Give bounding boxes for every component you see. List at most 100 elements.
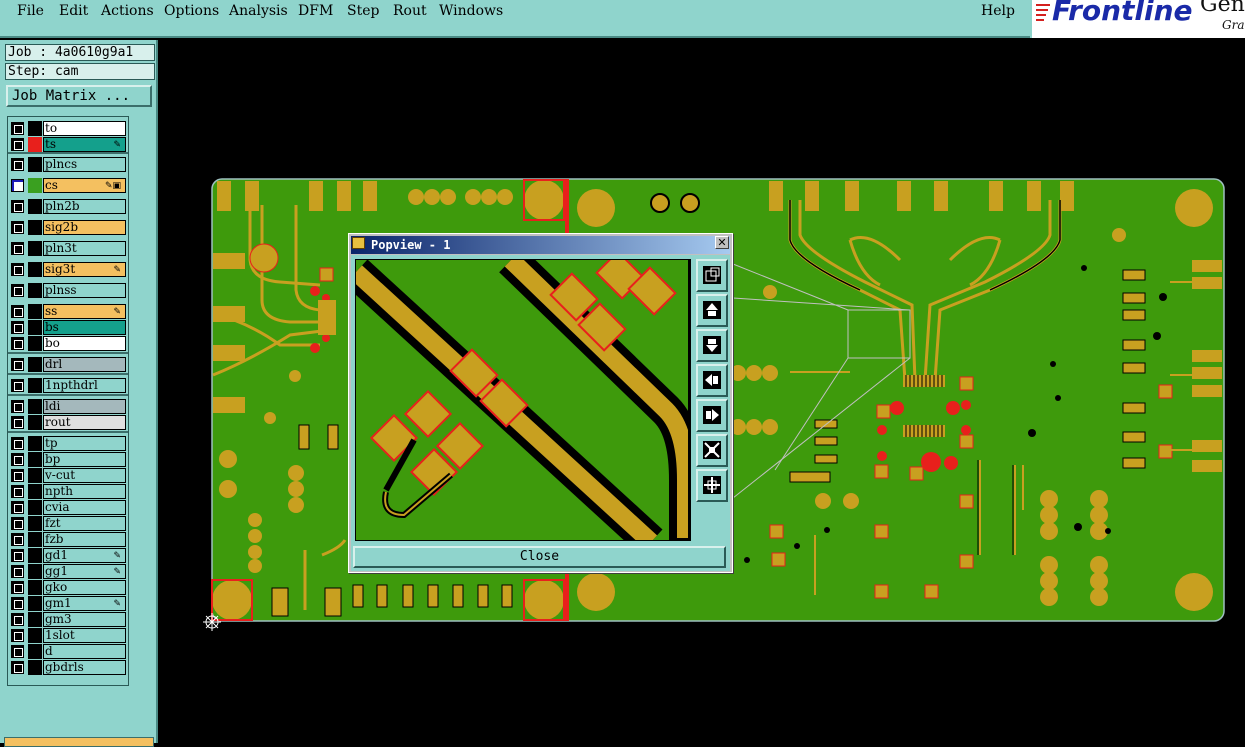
layer-color-swatch[interactable] bbox=[28, 484, 42, 499]
layer-color-swatch[interactable] bbox=[28, 468, 42, 483]
layer-row-pln3t[interactable]: pln3t bbox=[8, 241, 128, 256]
layer-name[interactable]: gg1 ✎ bbox=[43, 564, 126, 579]
layer-row-sig3t[interactable]: sig3t ✎ bbox=[8, 262, 128, 277]
layer-color-swatch[interactable] bbox=[28, 548, 42, 563]
layer-row-plnss[interactable]: plnss bbox=[8, 283, 128, 298]
layer-row-1npthdrl[interactable]: 1npthdrl bbox=[8, 378, 128, 393]
layer-row-bs[interactable]: bs bbox=[8, 320, 128, 335]
layer-checkbox[interactable] bbox=[11, 565, 24, 578]
layer-checkbox[interactable] bbox=[11, 416, 24, 429]
layer-color-swatch[interactable] bbox=[28, 399, 42, 414]
layer-name[interactable]: pln2b bbox=[43, 199, 126, 214]
layer-checkbox[interactable] bbox=[11, 613, 24, 626]
layer-checkbox[interactable] bbox=[11, 321, 24, 334]
layer-color-swatch[interactable] bbox=[28, 121, 42, 136]
layer-row-ss[interactable]: ss ✎ bbox=[8, 304, 128, 319]
layer-color-swatch[interactable] bbox=[28, 596, 42, 611]
layer-row-gbdrls[interactable]: gbdrls bbox=[8, 660, 128, 675]
layer-color-swatch[interactable] bbox=[28, 612, 42, 627]
layer-name[interactable]: bp bbox=[43, 452, 126, 467]
menu-options[interactable]: Options bbox=[164, 3, 219, 21]
layer-row-gd1[interactable]: gd1 ✎ bbox=[8, 548, 128, 563]
layer-color-swatch[interactable] bbox=[28, 644, 42, 659]
layer-checkbox[interactable] bbox=[11, 437, 24, 450]
layer-checkbox[interactable] bbox=[11, 485, 24, 498]
menu-step[interactable]: Step bbox=[347, 3, 379, 21]
layer-color-swatch[interactable] bbox=[28, 262, 42, 277]
layer-name[interactable]: pln3t bbox=[43, 241, 126, 256]
layer-row-1slot[interactable]: 1slot bbox=[8, 628, 128, 643]
layer-color-swatch[interactable] bbox=[28, 241, 42, 256]
layer-name[interactable]: ts ✎ bbox=[43, 137, 126, 152]
layer-checkbox[interactable] bbox=[11, 179, 24, 192]
zoom-in-button[interactable] bbox=[696, 434, 728, 467]
layer-row-d[interactable]: d bbox=[8, 644, 128, 659]
layer-row-cvia[interactable]: cvia bbox=[8, 500, 128, 515]
layer-name[interactable]: 1slot bbox=[43, 628, 126, 643]
layer-checkbox[interactable] bbox=[11, 138, 24, 151]
layer-name[interactable]: to bbox=[43, 121, 126, 136]
layer-name[interactable]: plnss bbox=[43, 283, 126, 298]
layer-name[interactable]: 1npthdrl bbox=[43, 378, 126, 393]
layer-checkbox[interactable] bbox=[11, 284, 24, 297]
layer-row-plncs[interactable]: plncs bbox=[8, 157, 128, 172]
layer-color-swatch[interactable] bbox=[28, 532, 42, 547]
layer-name[interactable]: ss ✎ bbox=[43, 304, 126, 319]
layer-row-gm3[interactable]: gm3 bbox=[8, 612, 128, 627]
layer-checkbox[interactable] bbox=[11, 158, 24, 171]
layer-color-swatch[interactable] bbox=[28, 220, 42, 235]
close-button[interactable]: Close bbox=[353, 546, 726, 568]
layer-checkbox[interactable] bbox=[11, 358, 24, 371]
layer-checkbox[interactable] bbox=[11, 581, 24, 594]
pan-down-button[interactable] bbox=[696, 329, 728, 362]
layer-checkbox[interactable] bbox=[11, 122, 24, 135]
menu-rout[interactable]: Rout bbox=[393, 3, 427, 21]
pan-right-button[interactable] bbox=[696, 399, 728, 432]
layer-checkbox[interactable] bbox=[11, 501, 24, 514]
menu-windows[interactable]: Windows bbox=[439, 3, 503, 21]
layer-checkbox[interactable] bbox=[11, 400, 24, 413]
layer-checkbox[interactable] bbox=[11, 645, 24, 658]
layer-name[interactable]: plncs bbox=[43, 157, 126, 172]
layer-checkbox[interactable] bbox=[11, 517, 24, 530]
layer-name[interactable]: bo bbox=[43, 336, 126, 351]
layer-color-swatch[interactable] bbox=[28, 336, 42, 351]
layer-color-swatch[interactable] bbox=[28, 178, 42, 193]
layer-row-fzb[interactable]: fzb bbox=[8, 532, 128, 547]
layer-name[interactable]: gm1 ✎ bbox=[43, 596, 126, 611]
layer-row-rout[interactable]: rout bbox=[8, 415, 128, 430]
layer-color-swatch[interactable] bbox=[28, 580, 42, 595]
layer-name[interactable]: tp bbox=[43, 436, 126, 451]
layer-name[interactable]: gm3 bbox=[43, 612, 126, 627]
layer-color-swatch[interactable] bbox=[28, 357, 42, 372]
graphic-canvas[interactable]: Popview - 1 ✕ Close bbox=[160, 40, 1245, 743]
layer-name[interactable]: drl bbox=[43, 357, 126, 372]
layer-name[interactable]: sig3t ✎ bbox=[43, 262, 126, 277]
layer-checkbox[interactable] bbox=[11, 453, 24, 466]
layer-checkbox[interactable] bbox=[11, 221, 24, 234]
layer-name[interactable]: bs bbox=[43, 320, 126, 335]
layer-color-swatch[interactable] bbox=[28, 320, 42, 335]
layer-color-swatch[interactable] bbox=[28, 436, 42, 451]
close-icon[interactable]: ✕ bbox=[715, 236, 729, 249]
menu-actions[interactable]: Actions bbox=[101, 3, 154, 21]
pan-up-button[interactable] bbox=[696, 294, 728, 327]
layer-row-gg1[interactable]: gg1 ✎ bbox=[8, 564, 128, 579]
menu-dfm[interactable]: DFM bbox=[298, 3, 333, 21]
layer-color-swatch[interactable] bbox=[28, 415, 42, 430]
layer-name[interactable]: sig2b bbox=[43, 220, 126, 235]
popview-zoom-area[interactable] bbox=[355, 259, 691, 541]
layer-row-bo[interactable]: bo bbox=[8, 336, 128, 351]
layer-row-ts[interactable]: ts ✎ bbox=[8, 137, 128, 152]
layer-name[interactable]: gbdrls bbox=[43, 660, 126, 675]
layer-row-ldi[interactable]: ldi bbox=[8, 399, 128, 414]
layer-row-npth[interactable]: npth bbox=[8, 484, 128, 499]
layer-checkbox[interactable] bbox=[11, 597, 24, 610]
layer-name[interactable]: fzt bbox=[43, 516, 126, 531]
layer-checkbox[interactable] bbox=[11, 305, 24, 318]
layer-row-cs[interactable]: cs ✎▣ bbox=[8, 178, 128, 193]
layer-row-drl[interactable]: drl bbox=[8, 357, 128, 372]
layer-name[interactable]: gd1 ✎ bbox=[43, 548, 126, 563]
layer-checkbox[interactable] bbox=[11, 337, 24, 350]
popview-title[interactable]: Popview - 1 bbox=[351, 236, 730, 254]
